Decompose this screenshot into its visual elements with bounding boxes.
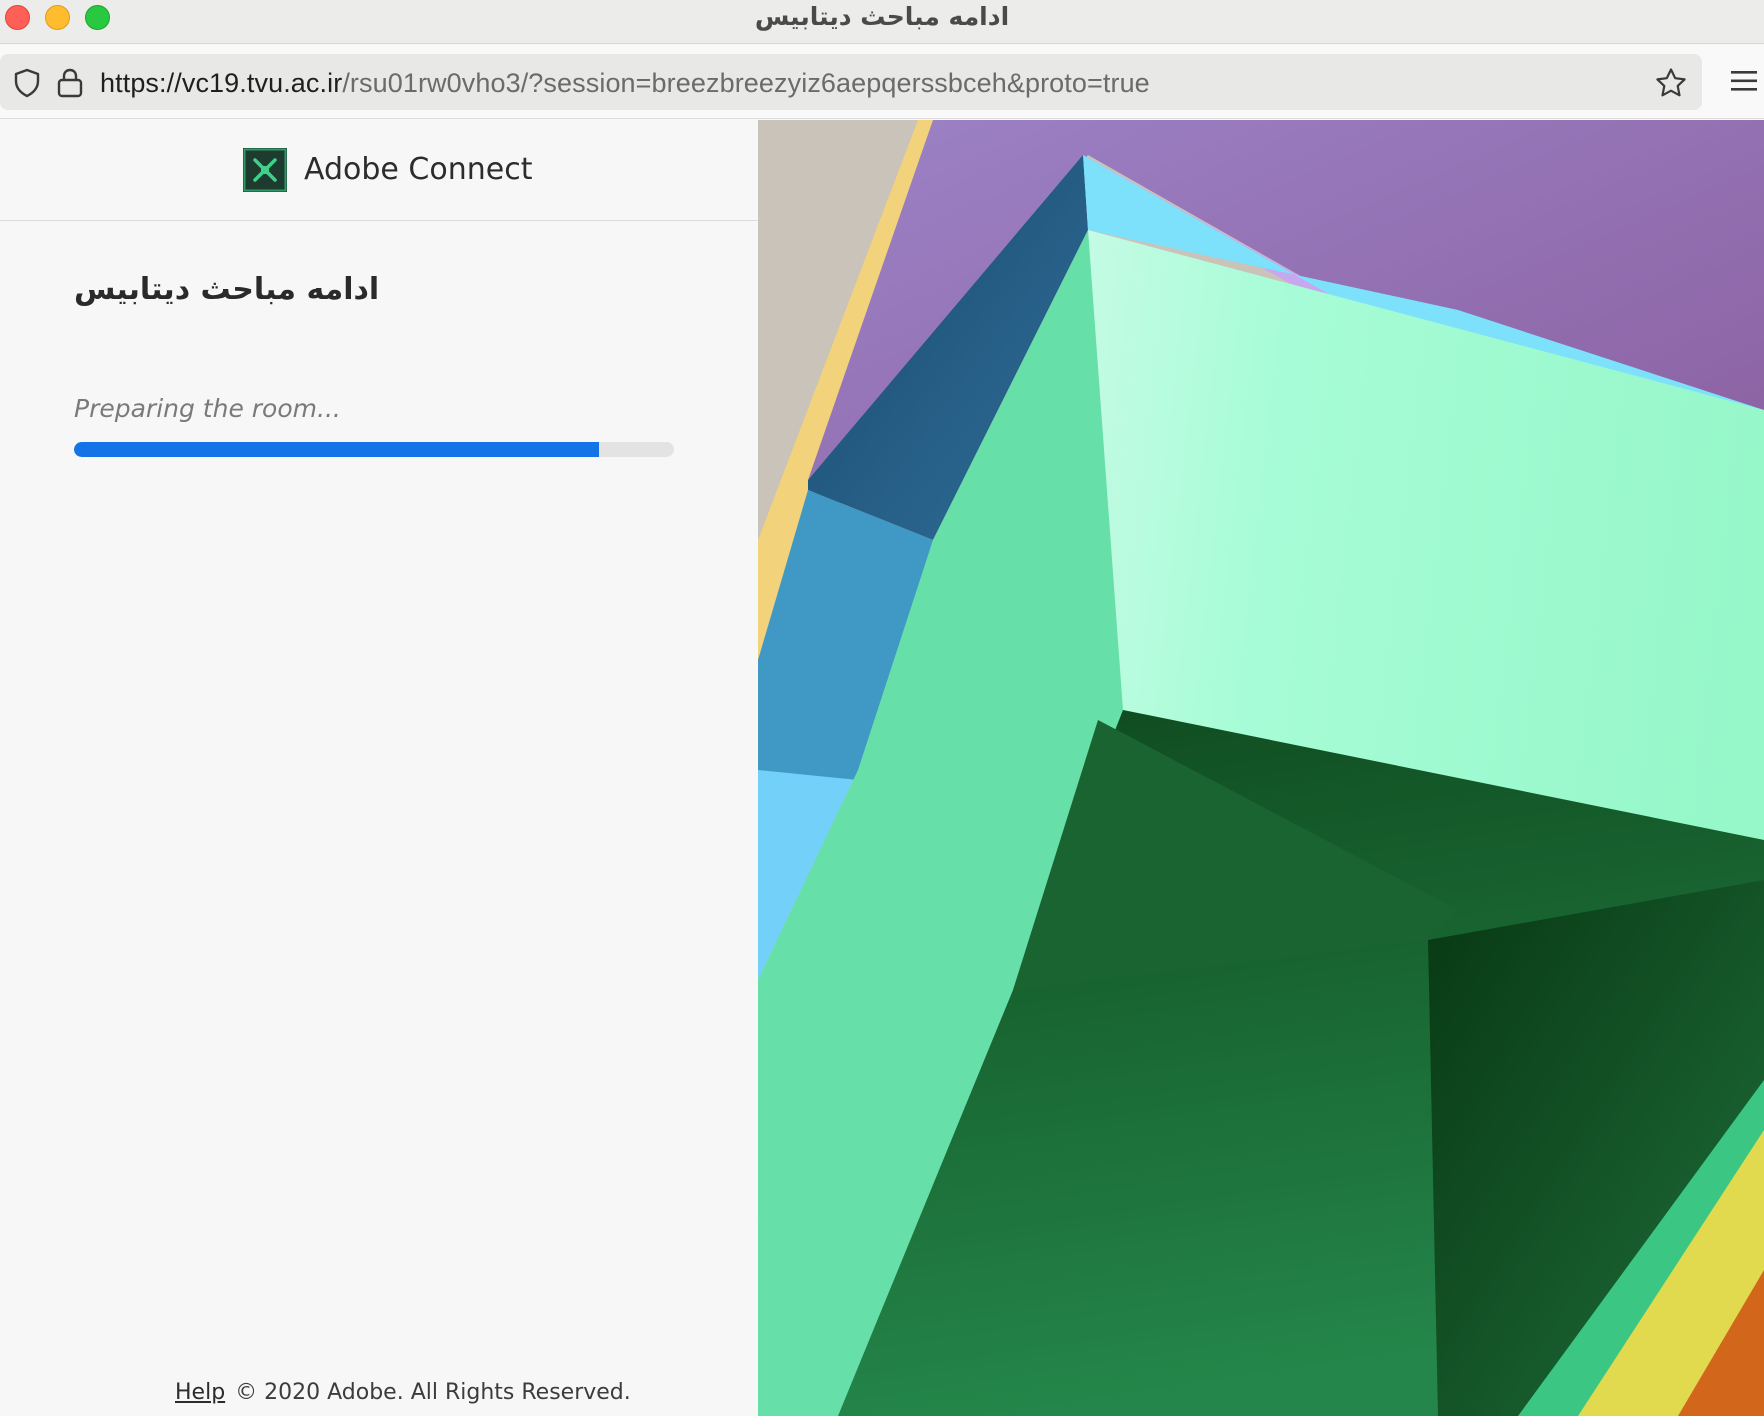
- meeting-title: ادامه مباحث دیتابیس: [74, 272, 380, 307]
- geometric-cube-illustration: [758, 120, 1764, 1416]
- brand-name: Adobe Connect: [304, 152, 533, 187]
- window-title: ادامه مباحث دیتابیس: [754, 2, 1010, 31]
- url-host: https://vc19.tvu.ac.ir: [100, 68, 343, 98]
- login-panel: Adobe Connect ادامه مباحث دیتابیس Prepar…: [0, 120, 758, 1416]
- footer: Help © 2020 Adobe. All Rights Reserved.: [175, 1380, 631, 1405]
- loading-status: Preparing the room...: [74, 394, 341, 423]
- address-bar[interactable]: https://vc19.tvu.ac.ir/rsu01rw0vho3/?ses…: [0, 54, 1702, 110]
- browser-toolbar: https://vc19.tvu.ac.ir/rsu01rw0vho3/?ses…: [0, 45, 1764, 119]
- loading-progress-bar: [74, 442, 674, 457]
- url-text[interactable]: https://vc19.tvu.ac.ir/rsu01rw0vho3/?ses…: [100, 68, 1150, 99]
- adobe-connect-logo: [243, 148, 287, 192]
- browser-window: ادامه مباحث دیتابیس https://vc19.tvu.ac.…: [0, 0, 1764, 1416]
- shield-icon[interactable]: [12, 68, 42, 103]
- help-link[interactable]: Help: [175, 1380, 225, 1405]
- star-icon[interactable]: [1655, 67, 1687, 104]
- background-artwork: [758, 120, 1764, 1416]
- brand-header: Adobe Connect: [0, 120, 758, 221]
- lock-icon[interactable]: [56, 68, 84, 103]
- loading-progress-fill: [74, 442, 599, 457]
- copyright-text: © 2020 Adobe. All Rights Reserved.: [235, 1380, 631, 1405]
- title-bar: ادامه مباحث دیتابیس: [0, 0, 1764, 44]
- hamburger-menu-icon[interactable]: [1731, 70, 1757, 97]
- url-path: /rsu01rw0vho3/?session=breezbreezyiz6aep…: [342, 68, 1150, 98]
